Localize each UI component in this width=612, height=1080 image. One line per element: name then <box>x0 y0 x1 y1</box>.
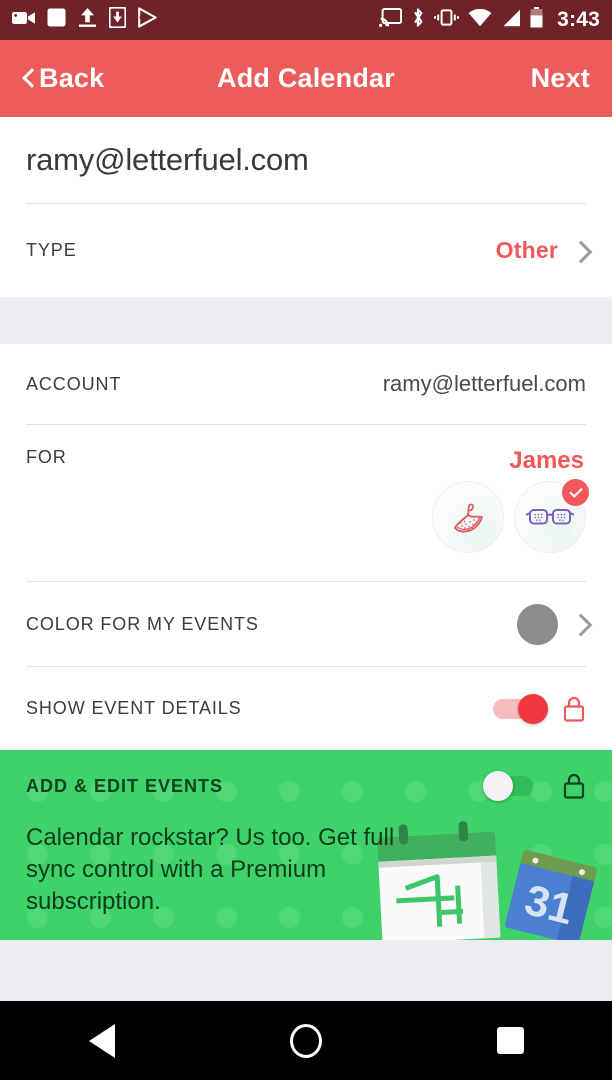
type-row[interactable]: TYPE Other <box>0 204 612 297</box>
toggle-knob <box>518 693 548 724</box>
next-button[interactable]: Next <box>531 63 590 94</box>
status-bar-left-icons <box>12 6 158 33</box>
add-edit-events-label: ADD & EDIT EVENTS <box>26 775 224 796</box>
back-nav-icon <box>89 1023 115 1058</box>
back-nav-button[interactable] <box>42 1001 162 1080</box>
phone-screen: 3:43 Add Calendar Back Next ramy@letterf… <box>0 0 612 1080</box>
account-row: ACCOUNT ramy@letterfuel.com <box>0 344 612 424</box>
status-bar-clock: 3:43 <box>557 8 600 31</box>
premium-promo-message: Calendar rockstar? Us too. Get full sync… <box>26 824 395 915</box>
account-label: ACCOUNT <box>26 373 122 394</box>
status-bar: 3:43 <box>0 0 612 40</box>
premium-promo-section: ADD & EDIT EVENTS Calendar rockstar? Us … <box>0 750 612 940</box>
back-button-label: Back <box>39 63 105 93</box>
calendar-email-header: ramy@letterfuel.com <box>0 117 612 203</box>
for-label: FOR <box>26 447 67 467</box>
download-to-device-icon <box>108 6 127 33</box>
type-value: Other <box>495 237 558 263</box>
stop-square-icon <box>47 8 66 32</box>
battery-icon <box>530 7 543 33</box>
chevron-left-icon <box>22 69 33 89</box>
cast-icon <box>379 8 403 32</box>
status-bar-right-icons: 3:43 <box>379 7 600 33</box>
upload-icon <box>77 7 98 33</box>
next-button-label: Next <box>530 63 590 93</box>
calendar-email-text: ramy@letterfuel.com <box>26 142 309 177</box>
home-nav-icon <box>290 1023 322 1058</box>
avatar-selected-check-icon <box>562 479 589 506</box>
selected-person-name: James <box>509 447 584 474</box>
play-store-icon <box>137 7 158 33</box>
recents-nav-icon <box>496 1027 524 1054</box>
app-bar: Add Calendar Back Next <box>0 40 612 117</box>
wifi-icon <box>468 8 492 32</box>
show-event-details-label: SHOW EVENT DETAILS <box>26 698 242 718</box>
show-event-details-toggle[interactable] <box>493 693 548 724</box>
avatar-watermelon[interactable] <box>432 481 504 553</box>
section-gap <box>0 297 612 344</box>
for-row: FOR James <box>0 425 612 581</box>
chevron-right-icon <box>572 612 586 636</box>
cell-signal-icon <box>501 9 521 32</box>
bottom-gap <box>0 940 612 988</box>
android-nav-bar <box>0 1001 612 1080</box>
add-edit-events-row: ADD & EDIT EVENTS <box>26 750 586 822</box>
back-button[interactable]: Back <box>22 63 104 94</box>
color-row[interactable]: COLOR FOR MY EVENTS <box>0 582 612 666</box>
chevron-right-icon <box>572 239 586 263</box>
toggle-knob <box>483 771 513 801</box>
vibrate-icon <box>434 8 460 32</box>
bluetooth-icon <box>411 7 425 33</box>
home-nav-button[interactable] <box>246 1001 366 1080</box>
watermelon-avatar-icon <box>454 503 483 533</box>
avatar-sunglasses[interactable] <box>514 479 589 553</box>
color-label: COLOR FOR MY EVENTS <box>26 613 259 634</box>
account-value: ramy@letterfuel.com <box>382 371 586 396</box>
lock-icon <box>562 695 586 723</box>
top-card: ramy@letterfuel.com TYPE Other <box>0 117 612 297</box>
screen-record-icon <box>12 10 36 31</box>
avatar-list <box>432 479 589 553</box>
add-edit-events-toggle[interactable] <box>483 771 538 801</box>
details-card: ACCOUNT ramy@letterfuel.com FOR James CO… <box>0 344 612 750</box>
settings-list: ramy@letterfuel.com TYPE Other ACCOUNT r… <box>0 117 612 988</box>
lock-icon <box>562 772 586 800</box>
recents-nav-button[interactable] <box>450 1001 570 1080</box>
color-swatch[interactable] <box>517 603 558 645</box>
type-label: TYPE <box>26 240 77 260</box>
google-calendar-31-illustration: 31 <box>505 849 597 940</box>
show-event-details-row: SHOW EVENT DETAILS <box>0 667 612 750</box>
